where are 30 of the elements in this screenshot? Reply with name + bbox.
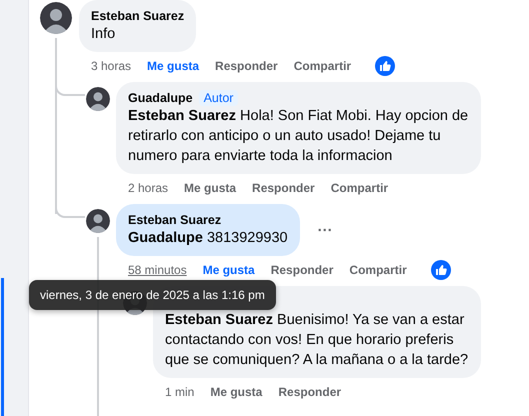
comment-text: Info [91,25,116,44]
author-name[interactable]: Esteban Suarez [128,212,222,226]
avatar[interactable] [86,209,110,233]
thumbs-up-icon[interactable] [430,260,451,280]
reply-link[interactable]: Responder [215,59,278,73]
like-link[interactable]: Me gusta [210,385,262,399]
avatar[interactable] [86,87,110,111]
thumbs-up-icon[interactable] [375,56,396,76]
author-name[interactable]: Esteban Suarez [91,8,184,22]
timestamp-link[interactable]: 3 horas [91,59,132,73]
comment-text: Guadalupe 3813929930 [128,229,288,248]
comment-text: Esteban Suarez Hola! Son Fiat Mobi. Hay opcion de retirarlo con anticipo o un auto usado! Dejame tu numero para enviarte toda la informacion [128,107,469,166]
reply-link[interactable]: Responder [252,181,315,195]
like-link[interactable]: Me gusta [202,263,255,277]
reply-link[interactable]: Responder [270,263,334,277]
timestamp-tooltip: viernes, 3 de enero de 2025 a las 1:16 pm [29,280,276,310]
timestamp-link[interactable]: 1 min [165,385,194,399]
avatar[interactable] [40,2,72,34]
timestamp-link[interactable]: 2 horas [128,181,168,195]
share-link[interactable]: Compartir [330,181,388,195]
share-link[interactable]: Compartir [294,59,352,73]
comment-text: Esteban Suarez Buenisimo! Ya se van a estar contactando con vos! En que horario preferis que se comuniquen? A la mañana o a la tarde? [165,311,469,370]
like-link[interactable]: Me gusta [147,59,200,73]
share-link[interactable]: Compartir [349,263,407,277]
reply-link[interactable]: Responder [278,385,342,399]
timestamp-link[interactable]: 58 minutos [128,263,187,277]
author-name[interactable]: Guadalupe [128,90,193,104]
more-button[interactable]: ··· [314,220,337,240]
author-badge: Autor [198,90,238,106]
like-link[interactable]: Me gusta [184,181,236,195]
